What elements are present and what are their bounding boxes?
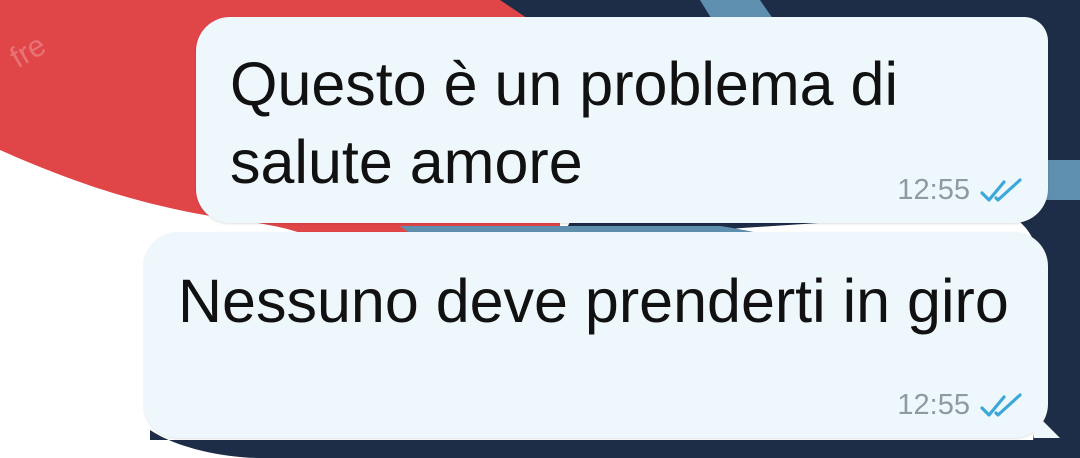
double-check-icon [980,177,1022,202]
message-time: 12:55 [897,174,970,206]
message-meta: 12:55 [897,389,1026,422]
outgoing-message-bubble[interactable]: Questo è un problema di salute amore 12:… [196,17,1048,223]
message-time: 12:55 [897,389,970,421]
message-meta: 12:55 [897,174,1026,207]
chat-thread: Questo è un problema di salute amore 12:… [0,0,1080,458]
bubble-tail [1034,412,1060,438]
double-check-icon [980,392,1022,417]
outgoing-message-bubble[interactable]: Nessuno deve prenderti in giro 12:55 [144,232,1060,438]
message-text: Nessuno deve prenderti in giro [178,267,1009,335]
